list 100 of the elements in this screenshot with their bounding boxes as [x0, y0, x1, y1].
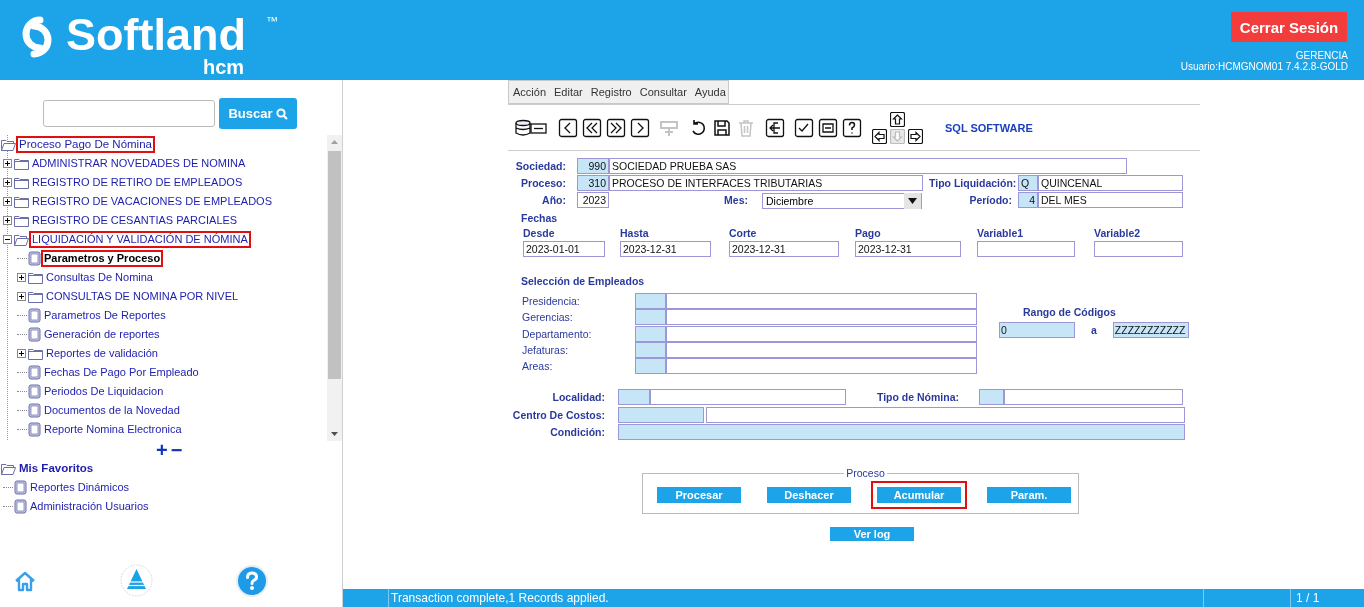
group-title: Proceso: [845, 467, 886, 480]
code-field[interactable]: [618, 407, 704, 423]
code-field[interactable]: [635, 358, 666, 375]
field-label: Condición:: [549, 426, 605, 438]
arrow-up-icon[interactable]: [890, 111, 905, 127]
name-field[interactable]: [650, 389, 846, 405]
name-field[interactable]: [1004, 389, 1183, 405]
date-field[interactable]: 2023-12-31: [620, 241, 711, 257]
code-field[interactable]: [979, 389, 1004, 405]
home-icon[interactable]: [14, 569, 36, 592]
search-field[interactable]: [43, 100, 215, 127]
expand-toggle-icon[interactable]: [3, 197, 12, 206]
name-field[interactable]: [666, 293, 977, 309]
name-field[interactable]: [666, 309, 977, 326]
tree-item[interactable]: Mis Favoritos: [16, 460, 97, 477]
collapse-all-button[interactable]: −: [170, 443, 183, 457]
code-field[interactable]: [635, 309, 666, 326]
expand-toggle-icon[interactable]: [3, 178, 12, 187]
tree-item[interactable]: REGISTRO DE CESANTIAS PARCIALES: [29, 212, 241, 229]
logout-button[interactable]: Cerrar Sesión: [1231, 12, 1347, 42]
code-field[interactable]: Q: [1018, 174, 1038, 191]
code-field[interactable]: [635, 325, 666, 342]
save-icon[interactable]: [712, 117, 732, 138]
name-field[interactable]: [706, 407, 1185, 423]
menu-item[interactable]: Registro: [590, 86, 632, 98]
expand-toggle-icon[interactable]: [17, 292, 26, 301]
tree-item[interactable]: Parametros De Reportes: [41, 307, 169, 324]
tree-item[interactable]: CONSULTAS DE NOMINA POR NIVEL: [43, 288, 242, 305]
document-icon: [28, 327, 41, 342]
field-label: Jefaturas:: [521, 343, 570, 356]
name-field[interactable]: DEL MES: [1038, 191, 1183, 208]
month-select[interactable]: Diciembre: [762, 193, 922, 209]
scrollbar[interactable]: [327, 135, 342, 441]
expand-toggle-icon[interactable]: [3, 216, 12, 225]
range-to-field[interactable]: ZZZZZZZZZZZ: [1112, 322, 1189, 338]
menu-item[interactable]: Editar: [554, 86, 583, 98]
double-chevron-left-icon[interactable]: [582, 117, 602, 138]
name-field[interactable]: [666, 325, 977, 342]
pyramid-icon[interactable]: [119, 564, 153, 597]
tree-item[interactable]: LIQUIDACIÓN Y VALIDACIÓN DE NÓMINA: [29, 231, 251, 248]
code-field[interactable]: 310: [577, 174, 609, 191]
date-field[interactable]: 2023-12-31: [729, 241, 839, 257]
menu-item[interactable]: Ayuda: [694, 86, 726, 98]
field-label: Año:: [541, 193, 566, 206]
range-from-field[interactable]: 0: [999, 322, 1075, 338]
arrow-right-icon[interactable]: [908, 128, 923, 144]
tree-item[interactable]: Documentos de la Novedad: [41, 402, 183, 419]
date-field[interactable]: [1094, 241, 1183, 257]
year-field[interactable]: 2023: [577, 191, 609, 208]
double-chevron-right-icon[interactable]: [606, 117, 626, 138]
name-field[interactable]: PROCESO DE INTERFACES TRIBUTARIAS: [609, 174, 923, 191]
user-role: GERENCIA: [1295, 50, 1348, 61]
menu-item[interactable]: Acción: [513, 86, 547, 98]
tree-item[interactable]: Administración Usuarios: [27, 498, 152, 515]
date-field[interactable]: [977, 241, 1075, 257]
tree-item[interactable]: Reportes Dinámicos: [27, 479, 133, 496]
expand-toggle-icon[interactable]: [17, 349, 26, 358]
checklist-icon[interactable]: [794, 117, 814, 138]
help-icon[interactable]: [842, 117, 862, 138]
name-field[interactable]: QUINCENAL: [1038, 174, 1183, 191]
page-indicator: 1 / 1: [1290, 589, 1364, 607]
tree-item[interactable]: Periodos De Liquidacion: [41, 383, 167, 400]
user-info: Usuario:HCMGNOM01 7.4.2.8-GOLD: [1180, 61, 1348, 72]
expand-all-button[interactable]: +: [156, 443, 168, 457]
tree-item[interactable]: Consultas De Nomina: [43, 269, 156, 286]
section-title: Selección de Empleados: [521, 275, 646, 287]
tree-item[interactable]: Parametros y Proceso: [41, 250, 164, 267]
name-field[interactable]: [666, 358, 977, 375]
spreadsheet-icon[interactable]: [818, 117, 838, 138]
code-field[interactable]: [618, 389, 650, 405]
document-icon: [28, 308, 41, 323]
document-icon: [28, 422, 41, 437]
code-field[interactable]: 4: [1018, 191, 1038, 208]
tree-item[interactable]: Fechas De Pago Por Empleado: [41, 364, 202, 381]
date-field[interactable]: 2023-01-01: [523, 241, 605, 257]
code-field[interactable]: 990: [577, 157, 609, 174]
name-field[interactable]: SOCIEDAD PRUEBA SAS: [609, 157, 1127, 174]
range-separator: a: [1091, 324, 1097, 336]
tree-item[interactable]: REGISTRO DE VACACIONES DE EMPLEADOS: [29, 193, 275, 210]
exit-icon[interactable]: [765, 117, 785, 138]
tree-item[interactable]: Generación de reportes: [41, 326, 163, 343]
chevron-right-icon[interactable]: [630, 117, 650, 138]
collapse-toggle-icon[interactable]: [3, 235, 12, 244]
chevron-left-icon[interactable]: [558, 117, 578, 138]
menu-item[interactable]: Consultar: [639, 86, 687, 98]
database-icon[interactable]: [514, 117, 548, 138]
code-field[interactable]: [635, 293, 666, 309]
field-label: Tipo de Nómina:: [875, 391, 959, 403]
tree-item[interactable]: Reportes de validación: [43, 345, 161, 362]
tree-item[interactable]: Proceso Pago De Nómina: [16, 136, 155, 153]
condition-field[interactable]: [618, 424, 1185, 440]
tree-item[interactable]: Reporte Nomina Electronica: [41, 421, 185, 438]
expand-toggle-icon[interactable]: [3, 159, 12, 168]
expand-toggle-icon[interactable]: [17, 273, 26, 282]
field-label: Período:: [968, 193, 1012, 206]
arrow-left-icon[interactable]: [872, 128, 887, 144]
field-label: Departamento:: [521, 327, 593, 340]
tree-item[interactable]: ADMINISTRAR NOVEDADES DE NOMINA: [29, 155, 249, 172]
tree-item[interactable]: REGISTRO DE RETIRO DE EMPLEADOS: [29, 174, 246, 191]
date-field[interactable]: 2023-12-31: [855, 241, 961, 257]
